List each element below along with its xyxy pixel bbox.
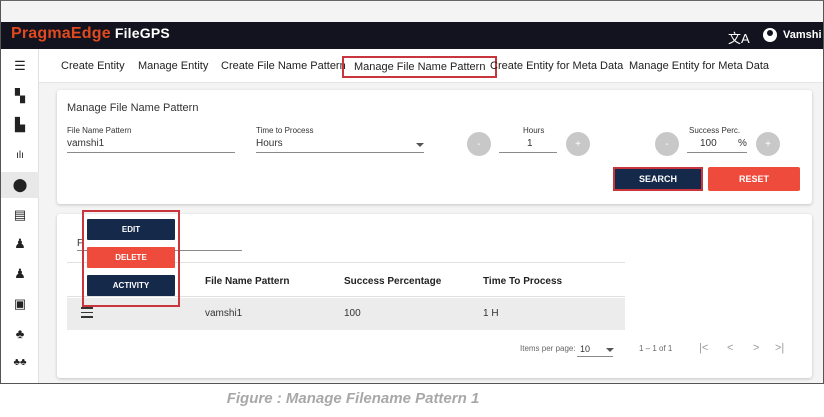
- row-action-menu: EDIT DELETE ACTIVITY: [82, 210, 180, 307]
- column-header-file-name-pattern[interactable]: File Name Pattern: [205, 276, 289, 287]
- time-to-process-label: Time to Process: [256, 126, 314, 135]
- edit-button[interactable]: EDIT: [87, 219, 175, 240]
- app-bar: PragmaEdge FileGPS 文A Vamshi: [1, 22, 823, 49]
- chevron-down-icon[interactable]: [606, 348, 614, 352]
- sidebar: ☰ ▚ ▙ ılı ⬤ ▤ ♟ ♟ ▣ ♣ ♣♣: [1, 49, 39, 383]
- success-perc-underline: [687, 152, 747, 153]
- account-icon[interactable]: ⬤: [1, 172, 39, 198]
- file-name-pattern-label: File Name Pattern: [67, 126, 132, 135]
- tab-bar: Create Entity Manage Entity Create File …: [39, 49, 823, 83]
- row-menu-icon[interactable]: [81, 307, 93, 321]
- hours-label: Hours: [523, 126, 545, 135]
- user-name: Vamshi: [783, 29, 822, 41]
- search-button[interactable]: SEARCH: [613, 167, 703, 191]
- next-page-button[interactable]: >: [753, 342, 759, 354]
- items-per-page-label: Items per page:: [520, 344, 576, 353]
- hours-underline: [499, 152, 557, 153]
- success-decrement-button[interactable]: -: [655, 132, 679, 156]
- alert-icon[interactable]: ♟: [1, 231, 39, 257]
- tab-create-entity[interactable]: Create Entity: [61, 60, 125, 72]
- hours-input[interactable]: 1: [527, 138, 533, 149]
- chevron-down-icon[interactable]: [416, 143, 424, 147]
- user-settings-icon[interactable]: ♣: [1, 320, 39, 346]
- hours-increment-button[interactable]: +: [566, 132, 590, 156]
- cell-file-name-pattern: vamshi1: [205, 308, 243, 319]
- tab-manage-file-name-pattern[interactable]: Manage File Name Pattern: [342, 56, 498, 78]
- activity-button[interactable]: ACTIVITY: [87, 275, 175, 296]
- previous-page-button[interactable]: <: [727, 342, 733, 354]
- chart-icon[interactable]: ılı: [1, 142, 39, 168]
- dashboard-icon[interactable]: ▚: [1, 83, 39, 109]
- account-circle-icon: [763, 28, 777, 42]
- success-perc-input[interactable]: 100: [700, 138, 717, 149]
- success-perc-label: Success Perc.: [689, 126, 741, 135]
- reset-button[interactable]: RESET: [708, 167, 800, 191]
- brand-name: PragmaEdge: [11, 25, 111, 42]
- alert-settings-icon[interactable]: ♟: [1, 261, 39, 287]
- files-icon[interactable]: ▙: [1, 112, 39, 138]
- percent-suffix: %: [738, 138, 747, 149]
- file-name-pattern-underline: [67, 152, 235, 153]
- tab-create-entity-meta-data[interactable]: Create Entity for Meta Data: [490, 60, 623, 72]
- users-icon[interactable]: ♣♣: [1, 349, 39, 375]
- success-increment-button[interactable]: +: [756, 132, 780, 156]
- file-name-pattern-input[interactable]: vamshi1: [67, 138, 104, 149]
- product-name: FileGPS: [114, 25, 170, 41]
- time-to-process-select[interactable]: Hours: [256, 138, 283, 149]
- search-card: Manage File Name Pattern File Name Patte…: [57, 90, 812, 204]
- translate-icon[interactable]: 文A: [728, 28, 750, 47]
- cell-time-to-process: 1 H: [483, 308, 499, 319]
- user-menu[interactable]: Vamshi: [763, 28, 822, 42]
- delete-button[interactable]: DELETE: [87, 247, 175, 268]
- entity-icon[interactable]: ▣: [1, 291, 39, 317]
- document-icon[interactable]: ▤: [1, 202, 39, 228]
- tab-manage-entity[interactable]: Manage Entity: [138, 60, 208, 72]
- figure-caption: Figure : Manage Filename Pattern 1: [226, 390, 480, 407]
- column-header-success-percentage[interactable]: Success Percentage: [344, 276, 441, 287]
- time-to-process-underline: [256, 152, 424, 153]
- brand-logo[interactable]: PragmaEdge FileGPS: [11, 25, 170, 43]
- page-title: Manage File Name Pattern: [67, 102, 199, 114]
- first-page-button[interactable]: |<: [699, 342, 708, 354]
- menu-icon[interactable]: ☰: [1, 53, 39, 79]
- cell-success-percentage: 100: [344, 308, 361, 319]
- column-header-time-to-process[interactable]: Time To Process: [483, 276, 562, 287]
- items-per-page-underline: [577, 356, 613, 357]
- range-label: 1 – 1 of 1: [639, 344, 673, 353]
- hours-decrement-button[interactable]: -: [467, 132, 491, 156]
- tab-manage-entity-meta-data[interactable]: Manage Entity for Meta Data: [629, 60, 769, 72]
- tab-create-file-name-pattern[interactable]: Create File Name Pattern: [221, 60, 346, 72]
- last-page-button[interactable]: >|: [775, 342, 784, 354]
- items-per-page-select[interactable]: 10: [580, 344, 590, 354]
